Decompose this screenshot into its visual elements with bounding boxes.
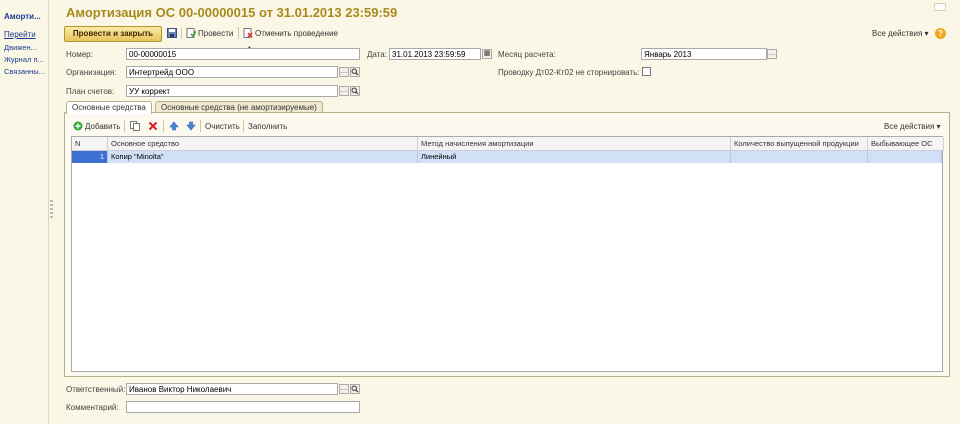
responsible-field[interactable]: Иванов Виктор Николаевич [126,383,338,395]
table-row[interactable]: 1 Копир "Minolta" Линейный [72,151,942,163]
add-button[interactable]: Добавить [85,122,120,131]
cancel-post-icon [243,28,253,38]
comment-label: Комментарий: [66,403,119,412]
chart-of-accounts-open-icon[interactable] [350,86,360,96]
table-cell-depreciation-method[interactable]: Линейный [418,151,731,163]
all-actions-menu[interactable]: Все действия ▾ [872,29,929,38]
month-field[interactable]: Январь 2013 [641,48,767,60]
month-label: Месяц расчета: [498,50,556,59]
page-title: Амортизация ОС 00-00000015 от 31.01.2013… [66,5,398,20]
no-storno-label: Проводку Дт02-Кт02 не сторнировать: [498,68,640,77]
delete-icon[interactable] [148,121,158,131]
column-header-depreciation-method[interactable]: Метод начисления амортизации [418,137,731,151]
chart-of-accounts-select-button[interactable]: … [339,86,349,96]
nav-header: Аморти... [4,12,41,21]
organization-field[interactable]: Интертрейд ООО [126,66,338,78]
table-cell-output-quantity[interactable] [731,151,868,163]
toolbar-separator [163,120,164,132]
comment-field[interactable] [126,401,360,413]
window-restore-button[interactable] [934,3,946,11]
nav-link-movements[interactable]: Движен... [4,43,48,52]
table-cell-asset[interactable]: Копир "Minolta" [108,151,418,163]
move-up-icon[interactable] [169,121,179,131]
add-icon [73,121,83,131]
nav-link-journal[interactable]: Журнал п... [4,55,48,64]
toolbar-separator [124,120,125,132]
responsible-open-icon[interactable] [350,384,360,394]
toolbar-separator [200,120,201,132]
clear-button[interactable]: Очистить [205,122,240,131]
help-icon[interactable]: ? [935,28,946,39]
toolbar-separator [181,27,182,39]
fixed-assets-table[interactable]: N Основное средство Метод начисления амо… [71,136,944,372]
table-all-actions-menu[interactable]: Все действия ▾ [884,122,941,131]
table-cell-disposed-asset[interactable] [868,151,942,163]
chart-of-accounts-field[interactable]: УУ коррект [126,85,338,97]
chart-of-accounts-label: План счетов: [66,87,115,96]
left-nav-panel: Аморти... Перейти Движен... Журнал п... … [0,0,49,424]
save-icon[interactable] [167,28,177,38]
post-button[interactable]: Провести [198,29,233,38]
nav-link-related[interactable]: Связанны... [4,67,48,76]
toolbar-separator [238,27,239,39]
date-label: Дата: [367,50,387,59]
month-select-button[interactable]: … [767,49,777,59]
cancel-post-button[interactable]: Отменить проведение [255,29,338,38]
nav-goto-label: Перейти [4,30,36,39]
column-header-n[interactable]: N [72,137,108,151]
no-storno-checkbox[interactable] [642,67,651,76]
organization-select-button[interactable]: … [339,67,349,77]
number-field[interactable]: 00-00000015 [126,48,360,60]
organization-label: Организация: [66,68,117,77]
date-field[interactable]: 31.01.2013 23:59:59 [389,48,481,60]
column-header-asset[interactable]: Основное средство [108,137,418,151]
table-cell-n[interactable]: 1 [72,151,108,163]
tab-fixed-assets[interactable]: Основные средства [66,101,152,114]
post-and-close-button[interactable]: Провести и закрыть [64,26,162,42]
fill-button[interactable]: Заполнить [248,122,287,131]
toolbar-separator [243,120,244,132]
copy-icon[interactable] [130,121,140,131]
post-icon [186,28,197,38]
column-header-output-quantity[interactable]: Количество выпущенной продукции [731,137,868,151]
calendar-icon[interactable]: ▦ [482,49,492,59]
responsible-label: Ответственный: [66,385,126,394]
column-header-disposed-asset[interactable]: Выбывающее ОС [868,137,944,151]
panel-resize-grip[interactable] [50,200,53,220]
move-down-icon[interactable] [186,121,196,131]
number-label: Номер: [66,50,93,59]
responsible-select-button[interactable]: … [339,384,349,394]
organization-open-icon[interactable] [350,67,360,77]
